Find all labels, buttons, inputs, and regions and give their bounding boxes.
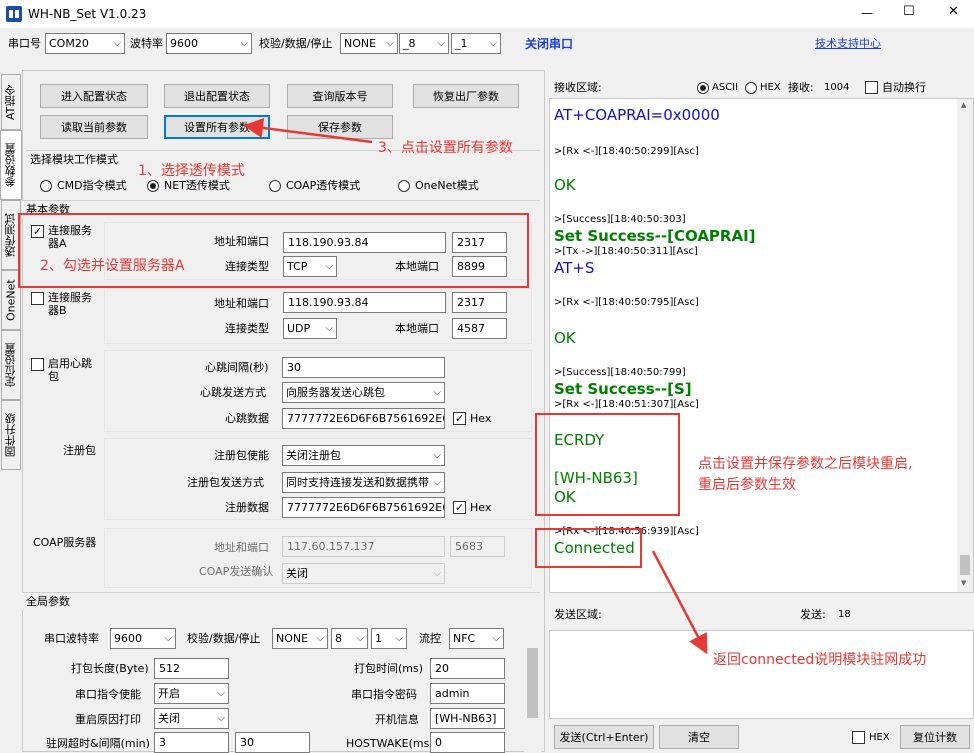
annotation-connected: 返回connected说明模块驻网成功: [713, 652, 927, 668]
annotation-click-set-all: 3、点击设置所有参数: [378, 140, 513, 156]
arrow-connected: [651, 550, 708, 655]
annotation-restart-1: 点击设置并保存参数之后模块重启,: [698, 456, 913, 472]
annotation-arrows: [243, 118, 708, 655]
annotation-set-server: 2、勾选并设置服务器A: [40, 258, 185, 274]
annotation-restart-2: 重启后参数生效: [698, 477, 796, 493]
annotation-select-mode: 1、选择透传模式: [138, 163, 245, 179]
arrow-set-all: [243, 118, 373, 144]
